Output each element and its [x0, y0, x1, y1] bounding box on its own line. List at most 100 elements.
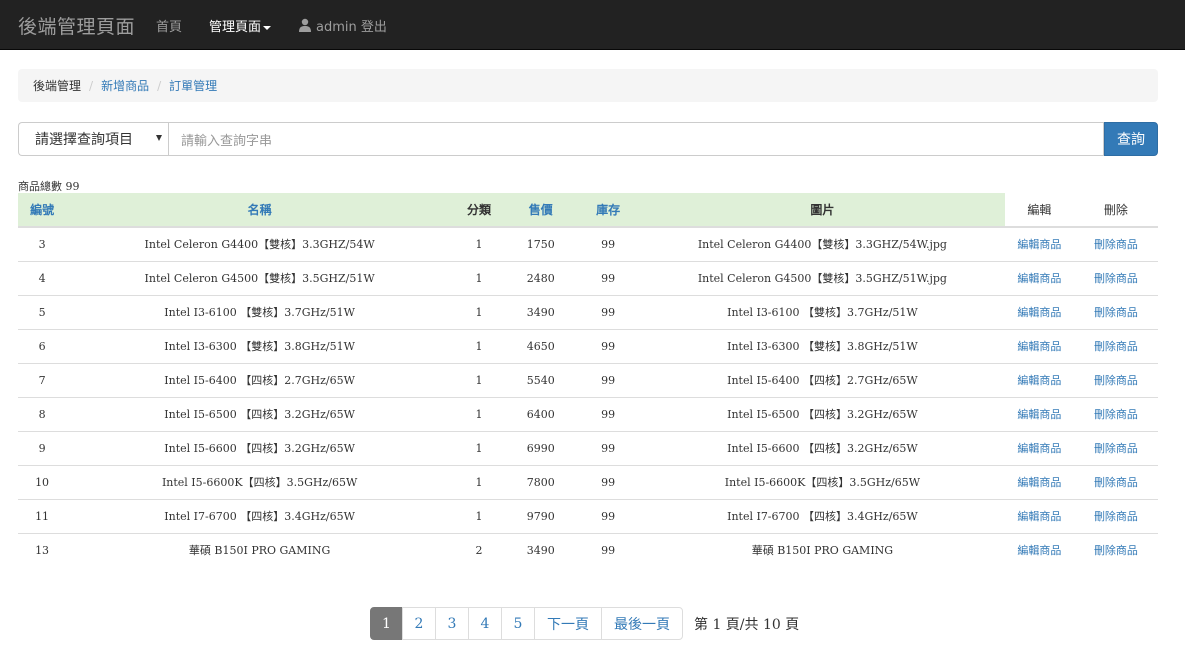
cell-category: 1 [453, 464, 505, 499]
cell-edit: 編輯商品 [1004, 260, 1074, 295]
cell-stock: 99 [576, 328, 640, 363]
cell-name: Intel I5-6400 【四核】2.7GHz/65W [66, 362, 454, 397]
cell-name: 華碩 B150I PRO GAMING [66, 532, 454, 567]
edit-product-link[interactable]: 編輯商品 [1017, 272, 1061, 285]
breadcrumb-add-product-link[interactable]: 新增商品 [101, 77, 149, 94]
edit-product-link[interactable]: 編輯商品 [1017, 340, 1061, 353]
column-header-id[interactable]: 編號 [18, 193, 67, 228]
page-button-1[interactable]: 1 [370, 607, 403, 640]
edit-product-link[interactable]: 編輯商品 [1017, 510, 1061, 523]
page-button-2[interactable]: 2 [402, 607, 436, 640]
delete-product-link[interactable]: 刪除商品 [1094, 442, 1138, 455]
edit-product-link[interactable]: 編輯商品 [1017, 238, 1061, 251]
edit-product-link[interactable]: 編輯商品 [1017, 408, 1061, 421]
select-arrow-icon [156, 135, 162, 141]
breadcrumb-separator: / [89, 78, 94, 93]
page-button-5[interactable]: 5 [501, 607, 535, 640]
page-button-3[interactable]: 3 [435, 607, 469, 640]
next-page-button[interactable]: 下一頁 [534, 607, 602, 640]
cell-stock: 99 [576, 294, 640, 329]
cell-id: 11 [18, 498, 67, 533]
last-page-button[interactable]: 最後一頁 [601, 607, 683, 640]
cell-stock: 99 [576, 260, 640, 295]
cell-edit: 編輯商品 [1004, 464, 1074, 499]
delete-product-link[interactable]: 刪除商品 [1094, 306, 1138, 319]
cell-image: Intel Celeron G4500【雙核】3.5GHZ/51W.jpg [639, 260, 1005, 295]
cell-price: 4650 [504, 328, 577, 363]
cell-price: 5540 [504, 362, 577, 397]
edit-product-link[interactable]: 編輯商品 [1017, 374, 1061, 387]
delete-product-link[interactable]: 刪除商品 [1094, 510, 1138, 523]
page-button-4[interactable]: 4 [468, 607, 502, 640]
cell-id: 3 [38, 237, 46, 251]
table-row: 7 Intel I5-6400 【四核】2.7GHz/65W 1 5540 99 Inte… [18, 362, 1158, 397]
column-header-delete: 刪除 [1073, 193, 1158, 228]
table-row: 10 Intel I5-6600K【四核】3.5GHz/65W 1 7800 99 Int… [18, 464, 1158, 499]
cell-category: 1 [453, 498, 505, 533]
cell-price: 6400 [504, 396, 577, 431]
cell-delete: 刪除商品 [1073, 260, 1158, 295]
table-row: 8 Intel I5-6500 【四核】3.2GHz/65W 1 6400 99 Inte… [18, 396, 1158, 431]
brand-title[interactable]: 後端管理頁面 [18, 12, 135, 39]
cell-delete: 刪除商品 [1073, 464, 1158, 499]
nav-home-link[interactable]: 首頁 [156, 16, 182, 35]
delete-product-link[interactable]: 刪除商品 [1094, 238, 1138, 251]
nav-manage-label: 管理頁面 [209, 20, 262, 35]
column-header-edit: 編輯 [1004, 193, 1074, 228]
cell-stock: 99 [576, 498, 640, 533]
column-header-price[interactable]: 售價 [504, 193, 577, 228]
cell-stock: 99 [576, 532, 640, 567]
cell-image: Intel Celeron G4400【雙核】3.3GHZ/54W.jpg [697, 238, 947, 252]
cell-image: Intel I7-6700 【四核】3.4GHz/65W [639, 498, 1005, 533]
search-input[interactable]: 請輸入查詢字串 [168, 122, 1104, 156]
table-row: 3 Intel Celeron G4400【雙核】3.3GHZ/54W 1 1750 9… [18, 227, 1158, 261]
cell-edit: 編輯商品 [1004, 430, 1074, 465]
search-button[interactable]: 查詢 [1104, 122, 1158, 156]
table-row: 6 Intel I3-6300 【雙核】3.8GHz/51W 1 4650 99 Inte… [18, 328, 1158, 363]
table-row: 13 華碩 B150I PRO GAMING 2 3490 99 華碩 B150I PRO… [18, 532, 1158, 567]
cell-category: 1 [475, 237, 483, 251]
cell-id: 10 [18, 464, 67, 499]
cell-image: Intel I3-6100 【雙核】3.7GHz/51W [639, 294, 1005, 329]
search-field-select[interactable]: 請選擇查詢項目 [18, 122, 168, 156]
edit-product-link[interactable]: 編輯商品 [1017, 442, 1061, 455]
column-header-stock[interactable]: 庫存 [576, 193, 640, 228]
cell-image: Intel I3-6300 【雙核】3.8GHz/51W [639, 328, 1005, 363]
cell-name: Intel I5-6600 【四核】3.2GHz/65W [66, 430, 454, 465]
edit-product-link[interactable]: 編輯商品 [1017, 306, 1061, 319]
cell-delete: 刪除商品 [1073, 294, 1158, 329]
nav-manage-dropdown[interactable]: 管理頁面 [209, 16, 272, 35]
edit-product-link[interactable]: 編輯商品 [1017, 476, 1061, 489]
delete-product-link[interactable]: 刪除商品 [1094, 476, 1138, 489]
cell-edit: 編輯商品 [1005, 227, 1074, 261]
delete-product-link[interactable]: 刪除商品 [1094, 408, 1138, 421]
delete-product-link[interactable]: 刪除商品 [1094, 340, 1138, 353]
nav-logout-link[interactable]: admin 登出 [298, 16, 387, 35]
cell-delete: 刪除商品 [1073, 430, 1158, 465]
cell-id: 6 [18, 328, 67, 363]
cell-price: 3490 [504, 532, 577, 567]
cell-image: Intel I5-6600 【四核】3.2GHz/65W [639, 430, 1005, 465]
table-row: 4 Intel Celeron G4500【雙核】3.5GHZ/51W 1 2480 9… [18, 260, 1158, 295]
cell-edit: 編輯商品 [1004, 532, 1074, 567]
cell-delete: 刪除商品 [1073, 396, 1158, 431]
column-header-name[interactable]: 名稱 [66, 193, 454, 228]
cell-name: Intel I3-6300 【雙核】3.8GHz/51W [66, 328, 454, 363]
edit-product-link[interactable]: 編輯商品 [1017, 544, 1061, 557]
delete-product-link[interactable]: 刪除商品 [1094, 374, 1138, 387]
cell-stock: 99 [576, 430, 640, 465]
cell-name: Intel I5-6500 【四核】3.2GHz/65W [66, 396, 454, 431]
cell-name: Intel I5-6600K【四核】3.5GHz/65W [66, 464, 454, 499]
breadcrumb-orders-link[interactable]: 訂單管理 [169, 77, 217, 94]
cell-delete: 刪除商品 [1073, 498, 1158, 533]
navbar: 後端管理頁面 首頁 管理頁面 admin 登出 [0, 0, 1185, 50]
cell-delete: 刪除商品 [1073, 328, 1158, 363]
cell-stock: 99 [576, 464, 640, 499]
cell-edit: 編輯商品 [1004, 294, 1074, 329]
cell-stock: 99 [576, 396, 640, 431]
delete-product-link[interactable]: 刪除商品 [1094, 272, 1138, 285]
cell-stock: 99 [601, 237, 616, 251]
delete-product-link[interactable]: 刪除商品 [1094, 544, 1138, 557]
column-header-category: 分類 [453, 193, 505, 228]
cell-delete: 刪除商品 [1073, 532, 1158, 567]
